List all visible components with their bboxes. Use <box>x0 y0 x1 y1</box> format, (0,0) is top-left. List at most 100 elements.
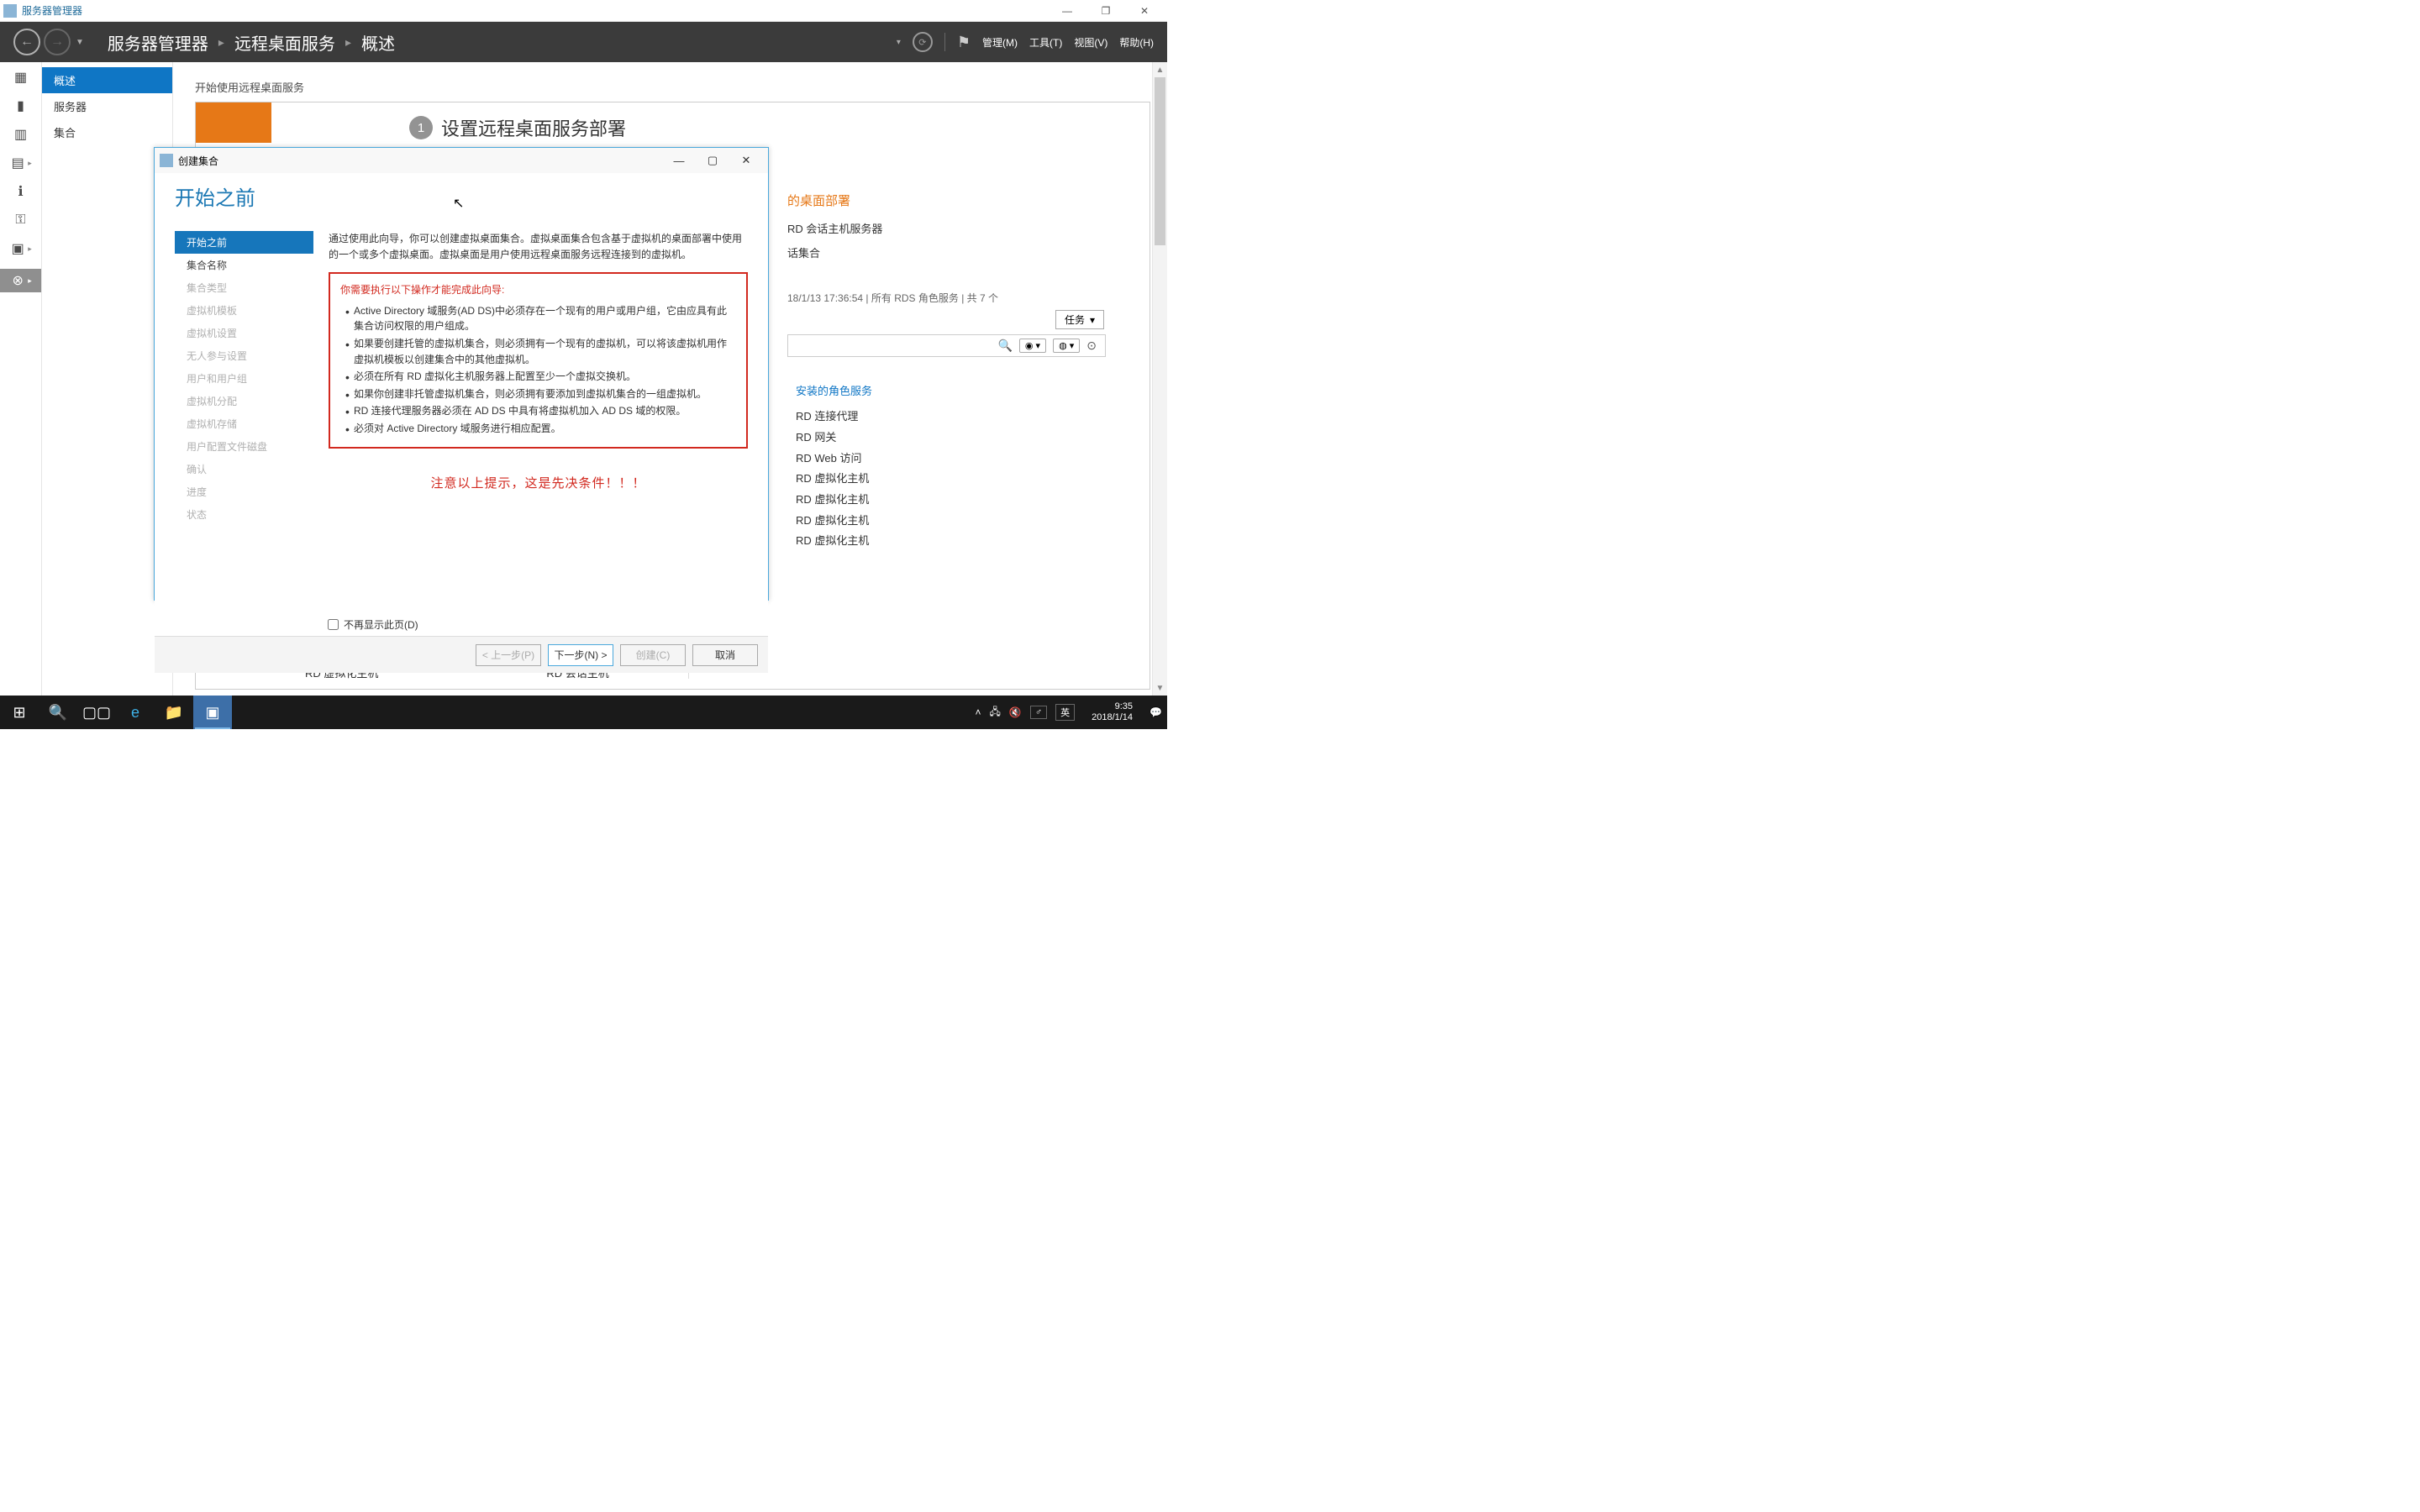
dashboard-icon[interactable]: ▦ <box>13 69 29 86</box>
role-item[interactable]: RD 虚拟化主机 <box>796 469 1138 490</box>
prev-button: < 上一步(P) <box>476 644 541 666</box>
tasks-dropdown[interactable]: 任务▾ <box>1055 310 1104 329</box>
menu-help[interactable]: 帮助(H) <box>1119 35 1154 50</box>
requirement-item: 如果你创建非托管虚拟机集合，则必须拥有要添加到虚拟机集合的一组虚拟机。 <box>345 386 736 402</box>
wizard-footer: < 上一步(P) 下一步(N) > 创建(C) 取消 <box>155 636 768 673</box>
breadcrumb-sep-icon: ▸ <box>345 35 351 50</box>
local-server-icon[interactable]: ▮ <box>13 97 29 114</box>
refresh-icon[interactable]: ⟳ <box>913 32 933 52</box>
modal-close-button[interactable]: ✕ <box>729 149 763 172</box>
filter-row: 🔍 ◉ ▾ ◍ ▾ ⊙ <box>787 334 1106 357</box>
nav-dropdown-icon[interactable]: ▼ <box>76 38 84 47</box>
action-center-icon[interactable]: 💬 <box>1150 706 1162 718</box>
ie-icon[interactable]: e <box>116 696 155 729</box>
wizard-content: 通过使用此向导，你可以创建虚拟桌面集合。虚拟桌面集合包含基于虚拟机的桌面部署中使… <box>313 229 748 612</box>
role-item[interactable]: RD 连接代理 <box>796 407 1138 428</box>
role-item[interactable]: RD 虚拟化主机 <box>796 511 1138 532</box>
bg-list-item: RD 会话主机服务器 <box>787 218 1138 242</box>
roles-column-header[interactable]: 安装的角色服务 <box>796 382 1138 398</box>
server-manager-taskbar-icon[interactable]: ▣ <box>193 696 232 729</box>
bg-list-item: 话集合 <box>787 242 1138 266</box>
start-button[interactable]: ⊞ <box>0 696 39 729</box>
nav-panel: 概述 服务器 集合 <box>42 62 172 696</box>
modal-app-icon <box>160 154 173 167</box>
scroll-thumb[interactable] <box>1155 77 1165 245</box>
notifications-flag-icon[interactable]: ⚑ <box>957 34 971 51</box>
iis-icon[interactable]: ℹ <box>13 183 29 200</box>
expand-icon[interactable]: ▸ <box>28 276 32 286</box>
all-servers-icon[interactable]: ▥ <box>13 126 29 143</box>
expand-icon[interactable]: ▸ <box>28 244 32 254</box>
explorer-icon[interactable]: 📁 <box>155 696 193 729</box>
section-title: 开始使用远程桌面服务 <box>195 79 1157 95</box>
role-item[interactable]: RD 虚拟化主机 <box>796 531 1138 552</box>
menu-view[interactable]: 视图(V) <box>1074 35 1107 50</box>
modal-minimize-button[interactable]: — <box>662 149 696 172</box>
filter-chip[interactable]: ◉ ▾ <box>1019 339 1046 353</box>
cancel-button[interactable]: 取消 <box>692 644 758 666</box>
breadcrumb-item[interactable]: 远程桌面服务 <box>234 30 335 55</box>
modal-maximize-button[interactable]: ▢ <box>696 149 729 172</box>
forward-button[interactable]: → <box>44 29 71 55</box>
scroll-up-icon[interactable]: ▲ <box>1153 62 1167 77</box>
search-icon[interactable]: 🔍 <box>997 339 1012 353</box>
wizard-page-heading: 开始之前 <box>175 181 748 211</box>
rd-icon[interactable]: ▣ <box>9 240 26 257</box>
filter-input[interactable] <box>797 340 991 352</box>
window-minimize-button[interactable]: — <box>1048 0 1086 22</box>
wizard-step: 确认 <box>175 458 313 480</box>
next-button[interactable]: 下一步(N) > <box>548 644 613 666</box>
nav-item-collections[interactable]: 集合 <box>42 119 172 145</box>
wizard-step[interactable]: 集合名称 <box>175 254 313 276</box>
ime-icon[interactable]: ♂ <box>1030 706 1047 719</box>
scroll-down-icon[interactable]: ▼ <box>1153 680 1167 696</box>
requirement-item: 如果要创建托管的虚拟机集合，则必须拥有一个现有的虚拟机，可以将该虚拟机用作虚拟机… <box>345 336 736 367</box>
network-icon[interactable]: 🖧 <box>990 704 1001 722</box>
window-maximize-button[interactable]: ❐ <box>1086 0 1125 22</box>
search-icon[interactable]: 🔍 <box>39 696 77 729</box>
wizard-step[interactable]: 开始之前 <box>175 231 313 254</box>
task-view-icon[interactable]: ▢▢ <box>77 696 116 729</box>
role-item[interactable]: RD 虚拟化主机 <box>796 490 1138 511</box>
breadcrumb-sep-icon: ▸ <box>218 35 224 50</box>
clock[interactable]: 9:35 2018/1/14 <box>1083 701 1141 723</box>
clock-date: 2018/1/14 <box>1092 712 1133 723</box>
breadcrumb-item[interactable]: 概述 <box>361 30 395 55</box>
red-note: 注意以上提示，这是先决条件！！！ <box>329 474 748 493</box>
window-close-button[interactable]: ✕ <box>1125 0 1164 22</box>
role-item[interactable]: RD Web 访问 <box>796 449 1138 470</box>
orange-tile <box>196 102 271 143</box>
vertical-scrollbar[interactable]: ▲ ▼ <box>1152 62 1167 696</box>
nav-header: ← → ▼ 服务器管理器 ▸ 远程桌面服务 ▸ 概述 ▾ ⟳ ⚑ 管理(M) 工… <box>0 22 1167 62</box>
clock-time: 9:35 <box>1092 701 1133 712</box>
requirement-item: 必须对 Active Directory 域服务进行相应配置。 <box>345 421 736 437</box>
expand-all-icon[interactable]: ⊙ <box>1086 339 1097 353</box>
role-item[interactable]: RD 网关 <box>796 428 1138 449</box>
dont-show-checkbox[interactable] <box>328 619 339 630</box>
back-button[interactable]: ← <box>13 29 40 55</box>
requirement-item: RD 连接代理服务器必须在 AD DS 中具有将虚拟机加入 AD DS 域的权限… <box>345 403 736 419</box>
menu-manage[interactable]: 管理(M) <box>982 35 1018 50</box>
menu-tools[interactable]: 工具(T) <box>1029 35 1062 50</box>
rds-icon[interactable]: ⊗ <box>9 272 26 289</box>
header-chevron-icon[interactable]: ▾ <box>897 38 901 47</box>
intro-text: 通过使用此向导，你可以创建虚拟桌面集合。虚拟桌面集合包含基于虚拟机的桌面部署中使… <box>329 231 748 262</box>
filter-chip[interactable]: ◍ ▾ <box>1053 339 1080 353</box>
nav-item-overview[interactable]: 概述 <box>42 67 172 93</box>
modal-titlebar: 创建集合 — ▢ ✕ <box>155 148 768 173</box>
tray-up-icon[interactable]: ˄ <box>976 706 981 718</box>
bg-list: RD 会话主机服务器 话集合 <box>787 218 1138 265</box>
requirement-item: 必须在所有 RD 虚拟化主机服务器上配置至少一个虚拟交换机。 <box>345 369 736 385</box>
language-indicator[interactable]: 英 <box>1055 704 1075 721</box>
wizard-step: 虚拟机存储 <box>175 412 313 435</box>
breadcrumb-item[interactable]: 服务器管理器 <box>108 30 208 55</box>
nap-icon[interactable]: ⚿ <box>13 212 29 228</box>
volume-icon[interactable]: 🔇 <box>1009 706 1022 718</box>
wizard-step: 虚拟机设置 <box>175 322 313 344</box>
expand-icon[interactable]: ▸ <box>28 159 32 168</box>
requirement-item: Active Directory 域服务(AD DS)中必须存在一个现有的用户或… <box>345 303 736 334</box>
step-number-badge: 1 <box>409 116 433 139</box>
wizard-step: 集合类型 <box>175 276 313 299</box>
nav-item-servers[interactable]: 服务器 <box>42 93 172 119</box>
file-services-icon[interactable]: ▤ <box>9 155 26 171</box>
